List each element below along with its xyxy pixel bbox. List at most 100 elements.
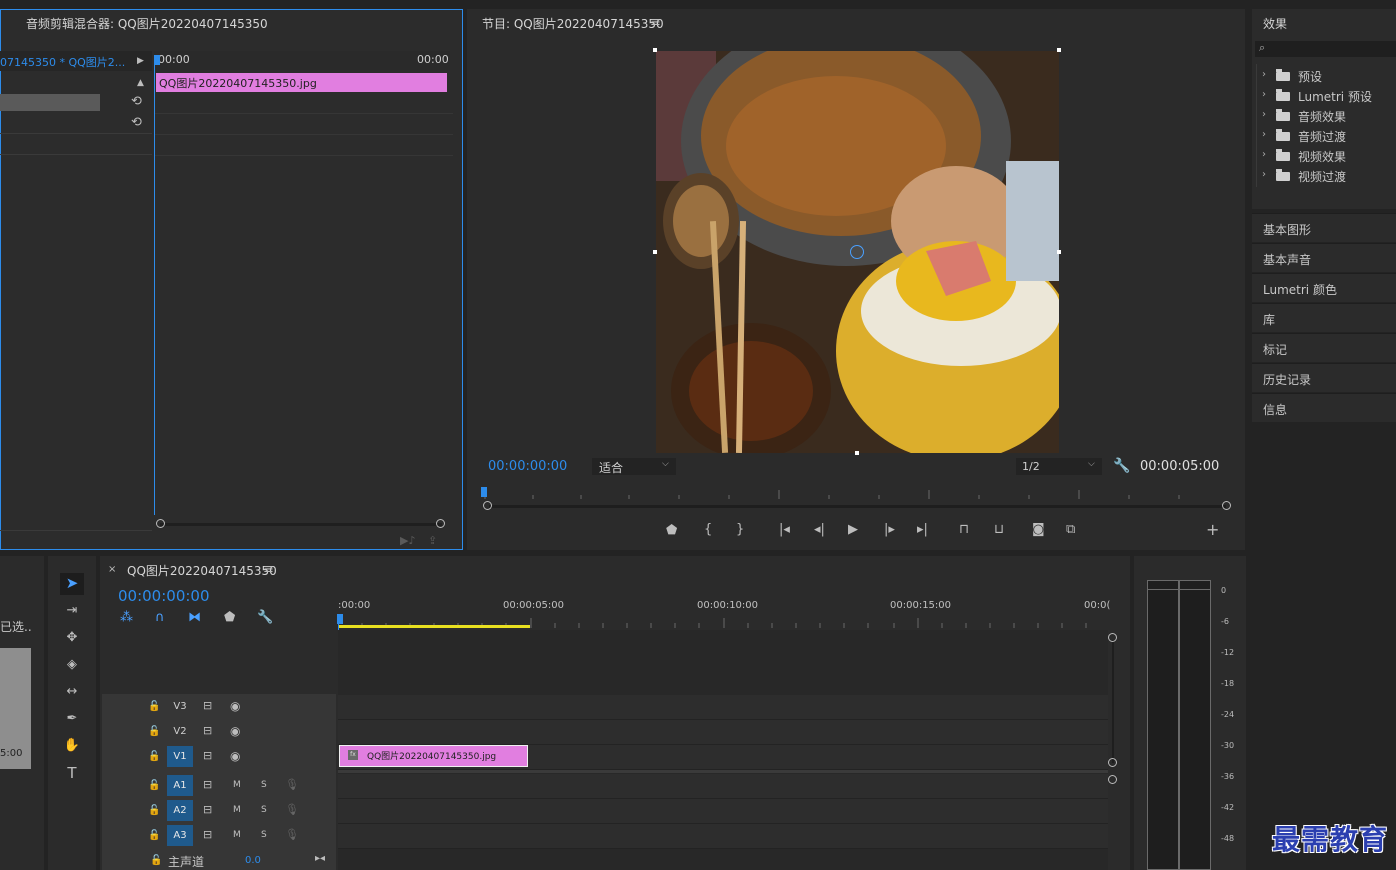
mixer-playhead-marker[interactable] <box>155 55 160 65</box>
export-frame-camera-icon[interactable]: ◙ <box>1032 522 1045 538</box>
add-marker-icon[interactable]: ⬟ <box>666 523 677 539</box>
mute-button[interactable]: M <box>233 780 241 790</box>
lock-icon[interactable]: 🔓 <box>148 778 160 794</box>
lock-icon[interactable]: 🔓 <box>150 853 162 869</box>
razor-icon[interactable]: ◈ <box>62 657 82 673</box>
side-panel-tab[interactable]: 信息 <box>1252 393 1396 422</box>
effects-title[interactable]: 效果 <box>1263 15 1287 32</box>
sync-lock-icon[interactable]: ⊟ <box>203 802 212 818</box>
mixer-zoom-scrollbar[interactable] <box>160 523 442 526</box>
scroll-handle-right[interactable] <box>1222 501 1231 510</box>
solo-button[interactable]: S <box>261 805 267 815</box>
audio-export-icon[interactable]: ▶♪ <box>400 533 415 549</box>
wrench-icon[interactable]: 🔧 <box>1113 458 1130 474</box>
track-target-toggle[interactable]: A1 <box>167 775 193 796</box>
side-panel-tab[interactable]: 标记 <box>1252 333 1396 362</box>
go-to-in-icon[interactable]: |◂ <box>779 522 790 538</box>
effects-folder-item[interactable]: › Lumetri 预设 <box>1262 87 1396 106</box>
sync-lock-icon[interactable]: ⊟ <box>203 723 212 739</box>
frame-handle-tr[interactable] <box>1057 48 1061 52</box>
scroll-handle-right[interactable] <box>436 519 445 528</box>
scroll-handle-bottom[interactable] <box>1108 758 1117 767</box>
effects-folder-item[interactable]: › 音频效果 <box>1262 107 1396 126</box>
solo-button[interactable]: S <box>261 780 267 790</box>
effects-folder-item[interactable]: › 音频过渡 <box>1262 127 1396 146</box>
sync-lock-icon[interactable]: ⊟ <box>203 827 212 843</box>
frame-handle-mr[interactable] <box>1057 250 1061 254</box>
reset-icon[interactable]: ⟲ <box>131 94 142 110</box>
audio-track-lane[interactable] <box>338 799 1108 824</box>
slip-icon[interactable]: ↔ <box>62 684 82 700</box>
eye-icon[interactable]: ◉ <box>230 723 240 739</box>
master-go-to-icon[interactable]: ▸◂ <box>315 851 325 867</box>
video-track-lane[interactable] <box>338 695 1108 720</box>
program-timecode[interactable]: 00:00:00:00 <box>488 459 567 474</box>
effects-folder-item[interactable]: › 视频效果 <box>1262 147 1396 166</box>
selection-arrow-icon[interactable]: ➤ <box>62 575 82 591</box>
fit-dropdown[interactable]: 适合 ⌵ <box>592 458 676 475</box>
audio-track-lane[interactable] <box>338 774 1108 799</box>
share-icon[interactable]: ⇪ <box>428 533 437 549</box>
frame-handle-ml[interactable] <box>653 250 657 254</box>
ripple-edit-icon[interactable]: ✥ <box>62 630 82 646</box>
mixer-volume-bar[interactable] <box>0 94 100 111</box>
side-panel-tab[interactable]: Lumetri 颜色 <box>1252 273 1396 302</box>
sync-lock-icon[interactable]: ⊟ <box>203 777 212 793</box>
frame-handle-bm[interactable] <box>855 451 859 455</box>
step-forward-icon[interactable]: |▸ <box>884 522 895 538</box>
mark-in-icon[interactable]: { <box>704 522 712 538</box>
type-tool-icon[interactable]: T <box>62 765 82 781</box>
panel-menu-icon[interactable]: ≡ <box>650 15 661 31</box>
mute-button[interactable]: M <box>233 805 241 815</box>
mark-out-icon[interactable]: } <box>736 522 744 538</box>
program-time-ruler[interactable] <box>483 485 1228 499</box>
microphone-icon[interactable]: 🎙 <box>285 827 299 843</box>
reset-icon[interactable]: ⟲ <box>131 115 142 131</box>
resolution-dropdown[interactable]: 1/2 ⌵ <box>1016 458 1102 475</box>
scroll-handle-top[interactable] <box>1108 633 1117 642</box>
lock-icon[interactable]: 🔓 <box>148 828 160 844</box>
side-panel-tab[interactable]: 库 <box>1252 303 1396 332</box>
timeline-vscroll[interactable] <box>1112 640 1114 763</box>
sync-lock-icon[interactable]: ⊟ <box>203 698 212 714</box>
linked-selection-icon[interactable]: ⧓ <box>188 610 201 626</box>
mute-button[interactable]: M <box>233 830 241 840</box>
lift-icon[interactable]: ⊓ <box>959 522 969 538</box>
scroll-handle-left[interactable] <box>483 501 492 510</box>
sync-lock-icon[interactable]: ⊟ <box>203 748 212 764</box>
effects-folder-item[interactable]: › 预设 <box>1262 67 1396 86</box>
track-target-toggle[interactable]: V3 <box>167 696 193 717</box>
side-panel-tab[interactable]: 基本声音 <box>1252 243 1396 272</box>
go-to-out-icon[interactable]: ▸| <box>917 522 928 538</box>
timeline-title[interactable]: QQ图片20220407145350 <box>127 562 277 579</box>
track-target-toggle[interactable]: V2 <box>167 721 193 742</box>
mixer-track-name[interactable]: 07145350 * QQ图片2... <box>0 54 125 70</box>
solo-button[interactable]: S <box>261 830 267 840</box>
lock-icon[interactable]: 🔓 <box>148 724 160 740</box>
step-back-icon[interactable]: ◂| <box>814 522 825 538</box>
timeline-playhead-marker[interactable] <box>337 614 343 624</box>
panel-menu-icon[interactable]: ≡ <box>263 562 274 578</box>
track-target-toggle[interactable]: V1 <box>167 746 193 767</box>
work-area-bar[interactable] <box>338 625 530 628</box>
button-editor-plus-icon[interactable]: + <box>1206 522 1219 538</box>
collapse-up-icon[interactable]: ▲ <box>137 75 144 91</box>
video-track-lane[interactable] <box>338 720 1108 745</box>
lock-icon[interactable]: 🔓 <box>148 803 160 819</box>
close-icon[interactable]: × <box>108 562 116 578</box>
timeline-timecode[interactable]: 00:00:00:00 <box>118 587 210 605</box>
effects-folder-item[interactable]: › 视频过渡 <box>1262 167 1396 186</box>
frame-handle-tl[interactable] <box>653 48 657 52</box>
timeline-settings-wrench-icon[interactable]: 🔧 <box>257 610 273 626</box>
program-scrollbar[interactable] <box>489 505 1226 508</box>
lock-icon[interactable]: 🔓 <box>148 749 160 765</box>
side-panel-tab[interactable]: 基本图形 <box>1252 213 1396 242</box>
eye-icon[interactable]: ◉ <box>230 748 240 764</box>
extract-icon[interactable]: ⊔ <box>994 522 1004 538</box>
nest-sequence-icon[interactable]: ⁂ <box>120 610 133 626</box>
timeline-video-clip[interactable]: fx QQ图片20220407145350.jpg <box>339 745 528 767</box>
add-marker-icon[interactable]: ⬟ <box>224 610 235 626</box>
program-title[interactable]: 节目: QQ图片20220407145350 <box>482 15 664 32</box>
snap-magnet-icon[interactable]: ∩ <box>155 610 165 626</box>
microphone-icon[interactable]: 🎙 <box>285 802 299 818</box>
